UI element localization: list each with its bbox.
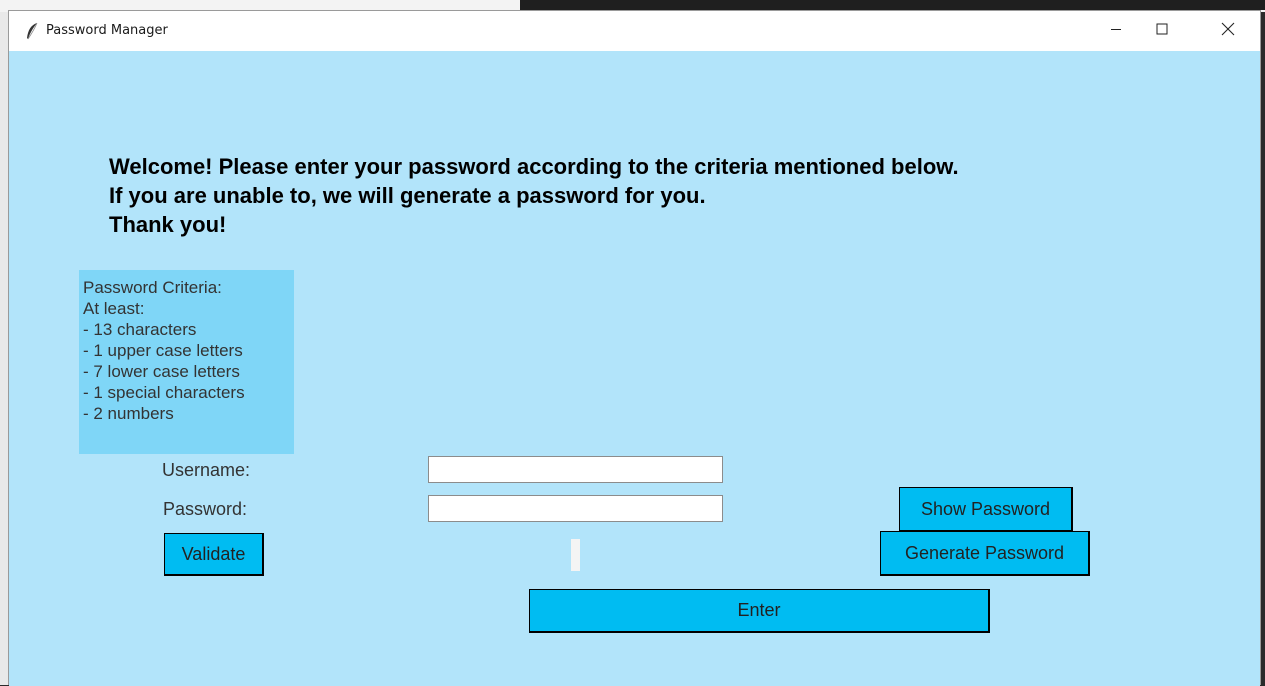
show-password-button[interactable]: Show Password: [899, 487, 1073, 532]
main-content: Welcome! Please enter your password acco…: [9, 51, 1260, 686]
minimize-icon: [1110, 22, 1122, 40]
title-bar[interactable]: Password Manager: [9, 11, 1260, 51]
welcome-message: Welcome! Please enter your password acco…: [109, 154, 959, 237]
password-criteria-panel: Password Criteria: At least: - 13 charac…: [79, 270, 294, 454]
username-label: Username:: [162, 460, 251, 480]
maximize-icon: [1156, 22, 1168, 40]
maximize-button[interactable]: [1139, 11, 1185, 51]
validate-button[interactable]: Validate: [164, 533, 264, 576]
generate-password-button[interactable]: Generate Password: [880, 531, 1090, 576]
username-input[interactable]: [428, 456, 723, 483]
app-window: Password Manager Welcome! Please enter y…: [8, 10, 1261, 686]
password-label: Password:: [163, 499, 248, 519]
strength-indicator: [571, 539, 580, 571]
password-input[interactable]: [428, 495, 723, 522]
background-window-edge: [520, 0, 1265, 10]
background-left-edge: [0, 12, 8, 685]
enter-button[interactable]: Enter: [529, 589, 990, 633]
window-title: Password Manager: [46, 23, 168, 38]
minimize-button[interactable]: [1093, 11, 1139, 51]
close-icon: [1221, 22, 1235, 41]
feather-icon: [25, 22, 39, 40]
close-button[interactable]: [1205, 11, 1251, 51]
